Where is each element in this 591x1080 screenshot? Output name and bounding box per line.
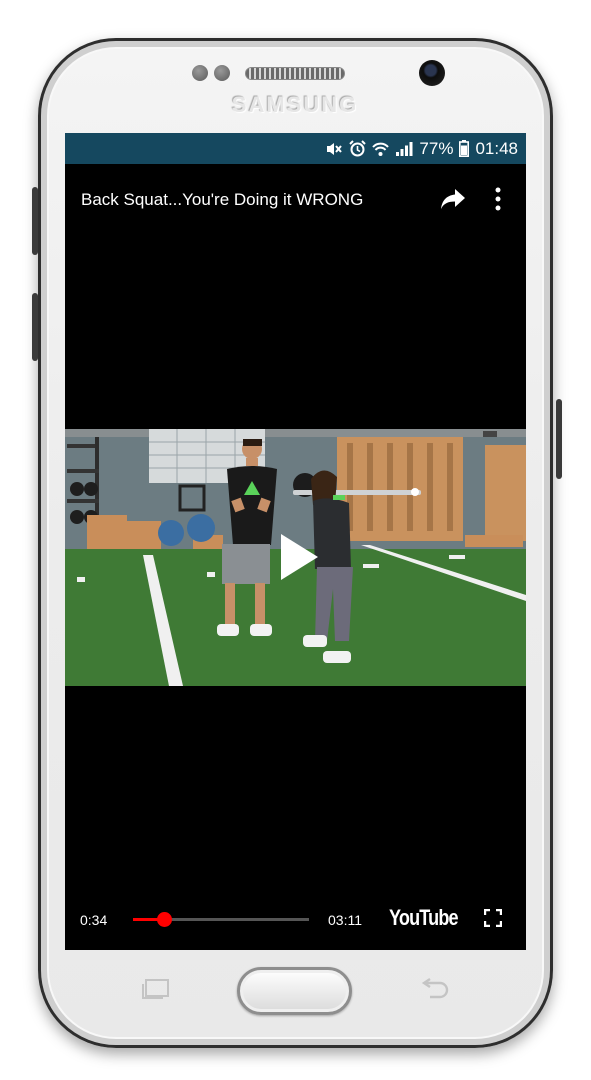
back-icon[interactable]: [418, 978, 450, 1000]
current-time: 0:34: [80, 912, 108, 928]
youtube-logo[interactable]: YouTube: [389, 905, 459, 931]
volume-down-button[interactable]: [32, 293, 38, 361]
seek-bar[interactable]: [133, 912, 309, 927]
wifi-icon: [372, 142, 390, 156]
duration: 03:11: [328, 912, 362, 928]
video-frame[interactable]: [65, 429, 526, 686]
share-icon[interactable]: [440, 188, 466, 210]
more-options-icon[interactable]: [490, 186, 506, 212]
earpiece-speaker: [245, 67, 345, 80]
video-title: Back Squat...You're Doing it WRONG: [81, 190, 364, 209]
status-time: 01:48: [475, 138, 518, 158]
signal-icon: [396, 141, 413, 156]
mute-icon: [327, 142, 343, 155]
seek-handle[interactable]: [156, 912, 172, 927]
screen: 77% 01:48 Back Squat...You're Doing it W…: [65, 133, 526, 950]
power-button[interactable]: [556, 399, 562, 479]
light-sensor: [214, 65, 230, 81]
alarm-icon: [349, 140, 367, 157]
battery-percent: 77%: [419, 138, 454, 158]
front-camera: [419, 60, 445, 86]
volume-up-button[interactable]: [32, 187, 38, 255]
fullscreen-icon[interactable]: [484, 909, 502, 927]
play-icon[interactable]: [279, 533, 319, 581]
home-button[interactable]: [237, 967, 352, 1015]
recent-apps-icon[interactable]: [140, 978, 172, 1000]
battery-icon: [459, 140, 470, 157]
brand-logo: SAMSUNG: [231, 92, 359, 117]
status-bar: 77% 01:48: [65, 133, 526, 164]
proximity-sensor: [192, 65, 208, 81]
